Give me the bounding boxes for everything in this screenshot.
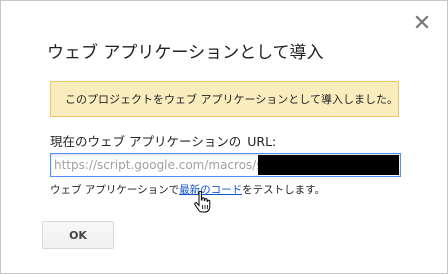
notice-text: このプロジェクトをウェブ アプリケーションとして導入しました。 [65, 93, 398, 106]
test-suffix: をテストします。 [242, 184, 326, 196]
latest-code-link[interactable]: 最新のコード [179, 184, 242, 196]
test-prefix: ウェブ アプリケーションで [50, 184, 180, 196]
close-icon[interactable] [415, 15, 429, 29]
url-label: 現在のウェブ アプリケーションの URL: [50, 131, 276, 150]
success-notice: このプロジェクトをウェブ アプリケーションとして導入しました。 [50, 81, 399, 117]
redacted-url-part [258, 155, 399, 175]
test-instructions: ウェブ アプリケーションで最新のコードをテストします。 [50, 182, 325, 197]
url-label-prefix: 現在のウェブ アプリケーションの [50, 134, 242, 149]
url-label-suffix: URL: [247, 134, 277, 149]
ok-button[interactable]: OK [42, 221, 114, 249]
deploy-dialog: ウェブ アプリケーションとして導入 このプロジェクトをウェブ アプリケーションと… [0, 0, 448, 274]
dialog-title: ウェブ アプリケーションとして導入 [47, 43, 324, 63]
